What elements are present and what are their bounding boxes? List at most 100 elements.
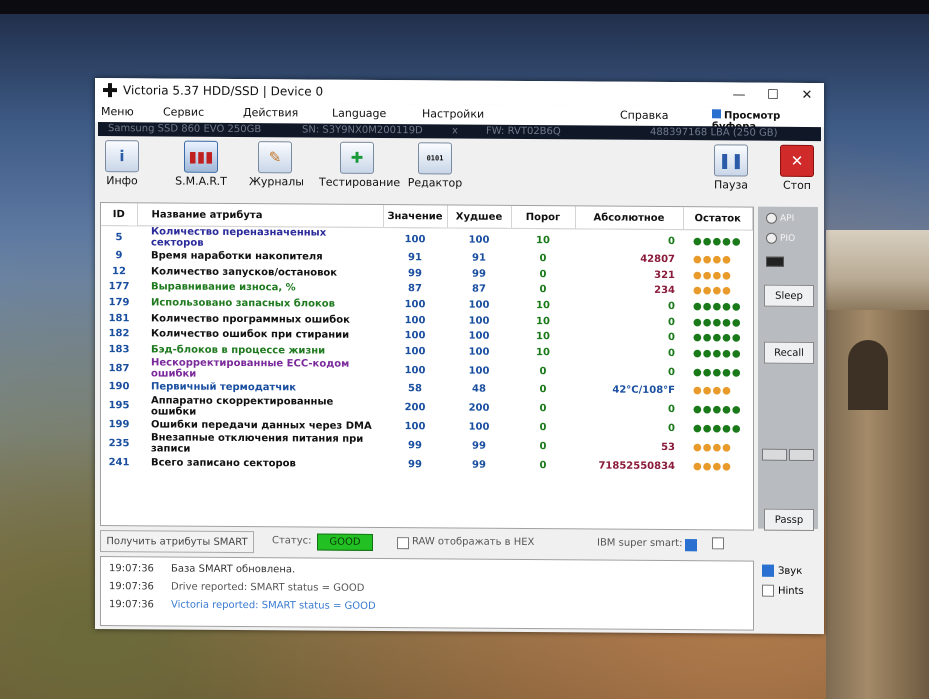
small-button-right[interactable] <box>789 448 814 462</box>
attr-raw: 71852550834 <box>598 460 675 472</box>
sleep-button[interactable]: Sleep <box>764 284 814 308</box>
attr-id: 187 <box>108 362 130 374</box>
passp-button[interactable]: Passp <box>764 508 814 532</box>
maximize-button[interactable]: ☐ <box>756 87 790 102</box>
attr-id: 199 <box>108 419 130 431</box>
attr-worst: 100 <box>468 346 490 358</box>
header-threshold[interactable]: Порог <box>511 205 575 229</box>
attr-remaining: ●●●●● <box>693 423 742 435</box>
attr-id: 12 <box>112 266 126 278</box>
attr-name: Количество ошибок при стирании <box>151 328 350 342</box>
close-button[interactable]: ✕ <box>790 87 824 102</box>
attr-remaining: ●●●●● <box>693 332 742 344</box>
attr-remaining: ●●●●● <box>693 404 742 416</box>
device-firmware: FW: RVT02B6Q <box>486 125 561 138</box>
header-worst[interactable]: Худшее <box>447 205 511 229</box>
attr-name: Количество запусков/остановок <box>151 266 338 279</box>
screen-bezel <box>0 0 929 14</box>
attr-id: 179 <box>108 297 130 309</box>
header-value[interactable]: Значение <box>383 205 447 228</box>
get-smart-button[interactable]: Получить атрибуты SMART <box>100 530 254 554</box>
attr-raw: 234 <box>654 285 675 297</box>
log-message: Victoria reported: SMART status = GOOD <box>171 599 376 612</box>
logs-icon: ✎ <box>258 141 292 174</box>
attr-id: 195 <box>108 400 130 412</box>
attr-worst: 99 <box>472 440 486 452</box>
table-row[interactable]: 5 Количество переназначенных секторов 100 1… <box>101 226 753 253</box>
pio-radio[interactable]: PIO <box>766 232 795 244</box>
attr-remaining: ●●●● <box>693 442 732 454</box>
attr-threshold: 10 <box>536 234 550 246</box>
stop-icon: ✕ <box>780 144 814 178</box>
attr-threshold: 0 <box>539 284 547 296</box>
hints-option[interactable]: Hints <box>762 584 804 597</box>
attr-raw: 0 <box>668 404 675 416</box>
attr-threshold: 0 <box>539 253 547 265</box>
log-line: 19:07:36 База SMART обновлена. <box>109 563 295 575</box>
editor-button[interactable]: 0101 Редактор <box>407 142 463 190</box>
attr-raw: 0 <box>668 347 675 359</box>
attr-name: Всего записано секторов <box>151 457 296 470</box>
ibm-smart-label: IBM super smart: <box>597 537 683 550</box>
minimize-button[interactable]: — <box>722 87 756 102</box>
attr-name: Время наработки накопителя <box>151 250 323 263</box>
testing-icon: ✚ <box>340 141 374 174</box>
attr-threshold: 10 <box>536 346 550 359</box>
menu-language[interactable]: Language <box>332 107 386 120</box>
radio-icon <box>766 232 777 244</box>
indicator-led <box>766 256 784 267</box>
menu-service[interactable]: Сервис <box>163 105 204 118</box>
header-raw[interactable]: Абсолютное <box>575 206 683 230</box>
log-line: 19:07:36 Victoria reported: SMART status … <box>109 599 376 612</box>
pause-button[interactable]: ❚❚ Пауза <box>711 144 751 192</box>
status-row: Получить атрибуты SMART Статус: GOOD RAW… <box>100 530 752 557</box>
header-id[interactable]: ID <box>101 203 137 226</box>
attr-id: 177 <box>108 281 130 293</box>
pause-icon: ❚❚ <box>714 144 748 177</box>
attr-id: 9 <box>115 250 123 262</box>
attr-worst: 100 <box>468 421 490 433</box>
attr-name: Количество программных ошибок <box>151 313 350 326</box>
attr-id: 182 <box>108 328 130 340</box>
attr-value: 99 <box>408 268 422 280</box>
smart-button[interactable]: ▮▮▮ S.M.A.R.T <box>171 140 231 188</box>
attr-threshold: 0 <box>539 459 547 471</box>
attr-threshold: 0 <box>539 440 547 452</box>
testing-button[interactable]: ✚ Тестирование <box>319 141 400 189</box>
stop-button[interactable]: ✕ Стоп <box>777 144 817 192</box>
menu-actions[interactable]: Действия <box>243 106 298 119</box>
sound-option[interactable]: Звук <box>762 564 802 577</box>
logs-button[interactable]: ✎ Журналы <box>249 141 304 188</box>
menu-main[interactable]: Меню <box>101 105 134 118</box>
info-button[interactable]: i Инфо <box>105 140 139 187</box>
attr-worst: 100 <box>468 365 490 377</box>
menu-help[interactable]: Справка <box>620 109 668 122</box>
attr-threshold: 10 <box>536 331 550 343</box>
attr-worst: 200 <box>468 402 490 415</box>
attr-name: Аппаратно скорректированные ошибки <box>151 395 334 418</box>
background-arch <box>848 340 888 410</box>
attr-raw: 0 <box>668 235 675 247</box>
sound-checkbox[interactable] <box>762 564 774 577</box>
attr-remaining: ●●●● <box>693 460 732 473</box>
hints-checkbox[interactable] <box>762 584 774 597</box>
smart-table-panel: ID Название атрибута Значение Худшее Пор… <box>100 202 754 531</box>
menu-settings[interactable]: Настройки <box>422 107 484 120</box>
recall-button[interactable]: Recall <box>764 341 814 365</box>
ibm-smart-checkbox[interactable] <box>685 539 697 552</box>
device-lba: 488397168 LBA (250 GB) <box>650 126 778 139</box>
small-button-left[interactable] <box>762 448 787 461</box>
attr-remaining: ●●●● <box>693 285 732 297</box>
attr-remaining: ●●●●● <box>693 316 742 329</box>
api-radio[interactable]: API <box>766 212 794 224</box>
header-name[interactable]: Название атрибута <box>137 203 383 228</box>
table-row[interactable]: 241 Всего записано секторов 99 99 0 718525508… <box>101 454 753 474</box>
attr-raw: 0 <box>668 301 675 313</box>
header-remaining[interactable]: Остаток <box>683 207 753 231</box>
raw-hex-checkbox[interactable] <box>397 537 409 550</box>
attr-threshold: 0 <box>539 403 547 415</box>
extra-checkbox[interactable] <box>712 537 724 550</box>
device-close[interactable]: x <box>452 125 458 136</box>
attr-raw: 321 <box>654 269 675 281</box>
status-badge: GOOD <box>317 533 373 551</box>
